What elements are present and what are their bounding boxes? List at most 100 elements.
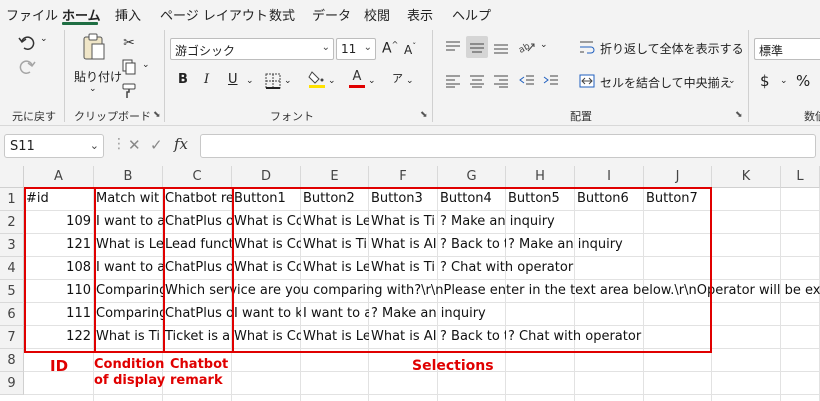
phonetic-icon[interactable]: ア [392,70,403,86]
menu-file[interactable]: ファイル [6,5,58,24]
format-painter-icon[interactable] [118,80,140,102]
paste-icon[interactable] [80,32,108,64]
cell-h3[interactable]: ? Make an inquiry [506,234,820,256]
cell-f3[interactable]: What is AI [369,234,438,256]
cell-b7[interactable]: What is Ti [94,326,163,348]
column-header-g[interactable]: G [438,166,506,188]
row-header-2[interactable]: 2 [0,211,24,234]
cell-b2[interactable]: I want to a [94,211,163,233]
align-top-icon[interactable] [442,36,464,58]
cut-icon[interactable]: ✂ [118,32,140,54]
menu-review[interactable]: 校閲 [364,5,390,24]
cell-c7[interactable]: Ticket is a [163,326,232,348]
cell-g2[interactable]: ? Make an inquiry [438,211,820,233]
font-launcher-icon[interactable]: ⬊ [420,110,428,120]
clipboard-launcher-icon[interactable]: ⬊ [153,110,161,120]
borders-dropdown-icon[interactable]: ⌄ [284,76,292,86]
cell-b3[interactable]: What is Le [94,234,163,256]
number-format-select[interactable]: 標準 [754,38,820,60]
orientation-dropdown-icon[interactable]: ⌄ [540,40,548,50]
cell-a6[interactable]: 111 [24,303,94,325]
cell-b6[interactable]: Comparing [94,303,163,325]
merge-center-button[interactable]: セルを結合して中央揃え [600,74,732,91]
copy-icon[interactable] [118,56,140,78]
font-color-dropdown-icon[interactable]: ⌄ [368,76,376,86]
orientation-icon[interactable]: ab [516,36,538,58]
font-name-select[interactable]: 游ゴシック ⌄ [170,38,334,60]
align-right-icon[interactable] [490,70,512,92]
menu-help[interactable]: ヘルプ [452,5,491,24]
decrease-font-icon[interactable]: Aˇ [404,42,416,57]
row-header-3[interactable]: 3 [0,234,24,257]
cell-e1[interactable]: Button2 [301,188,369,210]
cell-g4[interactable]: ? Chat with operator [438,257,820,279]
cell-a3[interactable]: 121 [24,234,94,256]
cell-g7[interactable]: ? Back to t [438,326,506,348]
cell-e2[interactable]: What is Le [301,211,369,233]
percent-button[interactable]: % [796,72,810,90]
cell-b4[interactable]: I want to a [94,257,163,279]
cell-c4[interactable]: ChatPlus o [163,257,232,279]
cell-b5[interactable]: Comparing [94,280,163,302]
decrease-indent-icon[interactable] [516,70,538,92]
cell-a1[interactable]: #id [24,188,94,210]
row-header-9[interactable]: 9 [0,372,24,395]
menu-formulas[interactable]: 数式 [269,5,295,24]
cell-e6[interactable]: I want to a [301,303,369,325]
phonetic-dropdown-icon[interactable]: ⌄ [406,76,414,86]
merge-dropdown-icon[interactable]: ⌄ [728,76,736,86]
cell-c1[interactable]: Chatbot re [163,188,232,210]
font-size-select[interactable]: 11 ⌄ [336,38,376,60]
increase-indent-icon[interactable] [540,70,562,92]
wrap-text-button[interactable]: 折り返して全体を表示する [600,40,744,57]
formula-input[interactable] [200,134,816,158]
cell-f4[interactable]: What is Ti [369,257,438,279]
menu-page-layout[interactable]: ページ レイアウト [160,5,268,24]
cancel-icon[interactable]: ✕ [128,136,141,154]
cell-e7[interactable]: What is Le [301,326,369,348]
row-header-8[interactable]: 8 [0,349,24,372]
column-header-l[interactable]: L [781,166,820,188]
menu-view[interactable]: 表示 [407,5,433,24]
alignment-launcher-icon[interactable]: ⬊ [735,110,743,120]
align-center-icon[interactable] [466,70,488,92]
redo-icon[interactable] [16,56,38,78]
align-left-icon[interactable] [442,70,464,92]
copy-dropdown-icon[interactable]: ⌄ [142,60,150,70]
cell-d3[interactable]: What is Co [232,234,301,256]
column-header-d[interactable]: D [232,166,301,188]
enter-icon[interactable]: ✓ [150,136,163,154]
column-header-f[interactable]: F [369,166,438,188]
underline-button[interactable]: U [228,72,238,87]
increase-font-icon[interactable]: A^ [382,40,398,57]
currency-dropdown-icon[interactable]: ⌄ [780,76,788,86]
cell-g3[interactable]: ? Back to t [438,234,506,256]
cell-f2[interactable]: What is Ti [369,211,438,233]
cell-d6[interactable]: I want to k [232,303,301,325]
cell-d4[interactable]: What is Co [232,257,301,279]
column-header-j[interactable]: J [644,166,712,188]
column-header-i[interactable]: I [575,166,644,188]
underline-dropdown-icon[interactable]: ⌄ [246,76,254,86]
cell-f6[interactable]: ? Make an inquiry [369,303,820,325]
cell-d1[interactable]: Button1 [232,188,301,210]
cell-c2[interactable]: ChatPlus o [163,211,232,233]
cell-e4[interactable]: What is Le [301,257,369,279]
row-header-7[interactable]: 7 [0,326,24,349]
currency-button[interactable]: $ [760,72,770,90]
cell-g1[interactable]: Button4 [438,188,506,210]
column-header-h[interactable]: H [506,166,575,188]
cell-d7[interactable]: What is Co [232,326,301,348]
undo-dropdown-icon[interactable]: ⌄ [40,34,48,44]
column-header-k[interactable]: K [712,166,781,188]
insert-function-button[interactable]: fx [174,135,188,153]
cell-h1[interactable]: Button5 [506,188,575,210]
bold-button[interactable]: B [178,72,188,87]
paste-dropdown-icon[interactable]: ⌄ [89,84,97,94]
cell-i1[interactable]: Button6 [575,188,644,210]
column-header-a[interactable]: A [24,166,94,188]
cell-d2[interactable]: What is Co [232,211,301,233]
cell-a4[interactable]: 108 [24,257,94,279]
align-bottom-icon[interactable] [490,36,512,58]
borders-icon[interactable] [262,70,284,92]
